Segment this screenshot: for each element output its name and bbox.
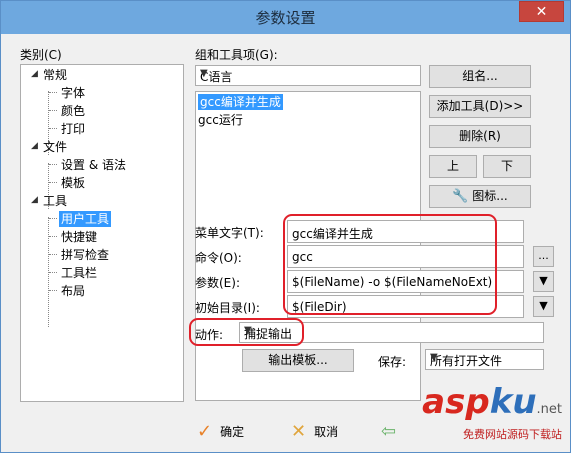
- tree-item-tools[interactable]: 工具: [43, 193, 67, 209]
- tree-item-toolbar[interactable]: 工具栏: [61, 265, 97, 281]
- add-tool-button[interactable]: 添加工具(D)>>: [429, 95, 531, 118]
- dialog-client: 类别(C) ◢ 常规 字体 颜色 打印 ◢ 文件 设置 & 语法 模板 ◢ 工具…: [8, 34, 563, 414]
- tree-item-user-tools[interactable]: 用户工具: [59, 211, 112, 227]
- move-up-button[interactable]: 上: [429, 155, 477, 178]
- tree-item-shortcuts[interactable]: 快捷键: [61, 229, 97, 245]
- command-label: 命令(O):: [195, 251, 242, 265]
- annotation-highlight: [189, 318, 304, 346]
- cancel-button[interactable]: ✕ 取消: [291, 418, 338, 444]
- title-bar[interactable]: 参数设置 ✕: [1, 1, 570, 34]
- move-down-button[interactable]: 下: [483, 155, 531, 178]
- close-button[interactable]: ✕: [519, 1, 564, 22]
- tree-item-file[interactable]: 文件: [43, 139, 67, 155]
- window-title: 参数设置: [255, 9, 316, 27]
- params-menu-button[interactable]: ▼: [533, 271, 554, 292]
- collapse-arrow-icon[interactable]: ◢: [31, 141, 38, 151]
- tree-item-color[interactable]: 颜色: [61, 103, 85, 119]
- ok-button[interactable]: ✓ 确定: [197, 418, 244, 444]
- category-label: 类别(C): [20, 48, 62, 62]
- tree-item-spellcheck[interactable]: 拼写检查: [61, 247, 109, 263]
- list-item[interactable]: gcc运行: [198, 112, 243, 128]
- list-item[interactable]: gcc编译并生成: [198, 94, 283, 110]
- triangle-down-icon: ▼: [539, 274, 548, 287]
- watermark-logo: aspku.net 免费网站源码下载站: [422, 382, 562, 441]
- tree-item-settings-syntax[interactable]: 设置 & 语法: [61, 157, 126, 173]
- browse-button[interactable]: ...: [533, 246, 554, 267]
- tree-item-print[interactable]: 打印: [61, 121, 85, 137]
- icon-button[interactable]: 🔧 图标...: [429, 185, 531, 208]
- tree-item-general[interactable]: 常规: [43, 67, 67, 83]
- cancel-label: 取消: [314, 424, 339, 439]
- annotation-highlight: [283, 214, 497, 315]
- chevron-down-icon: ▼: [430, 352, 438, 363]
- save-select[interactable]: 所有打开文件 ▼: [425, 349, 544, 370]
- chevron-down-icon: ▼: [200, 68, 208, 79]
- apply-button[interactable]: ⇦: [381, 418, 396, 444]
- dialog-window: 参数设置 ✕ 类别(C) ◢ 常规 字体 颜色 打印 ◢ 文件 设置 & 语法 …: [0, 0, 571, 453]
- category-tree[interactable]: ◢ 常规 字体 颜色 打印 ◢ 文件 设置 & 语法 模板 ◢ 工具 用户工具 …: [20, 64, 184, 402]
- rename-group-button[interactable]: 组名...: [429, 65, 531, 88]
- watermark-net: .net: [536, 402, 562, 417]
- triangle-down-icon: ▼: [539, 299, 548, 312]
- init-dir-menu-button[interactable]: ▼: [533, 296, 554, 317]
- tree-item-template[interactable]: 模板: [61, 175, 85, 191]
- delete-button[interactable]: 删除(R): [429, 125, 531, 148]
- icon-button-label: 图标...: [472, 189, 508, 203]
- ok-label: 确定: [220, 424, 245, 439]
- tree-item-font[interactable]: 字体: [61, 85, 85, 101]
- watermark-subtitle: 免费网站源码下载站: [463, 428, 562, 441]
- init-dir-label: 初始目录(I):: [195, 301, 260, 315]
- collapse-arrow-icon[interactable]: ◢: [31, 69, 38, 79]
- arrow-left-icon: ⇦: [381, 420, 397, 442]
- collapse-arrow-icon[interactable]: ◢: [31, 195, 38, 205]
- watermark-text: aspku: [422, 382, 537, 422]
- group-select[interactable]: C语言 ▼: [195, 65, 421, 86]
- wrench-icon: 🔧: [452, 189, 469, 204]
- tree-item-layout[interactable]: 布局: [61, 283, 85, 299]
- menu-text-label: 菜单文字(T):: [195, 226, 264, 240]
- output-template-button[interactable]: 输出模板...: [242, 349, 354, 372]
- group-label: 组和工具项(G):: [195, 48, 278, 62]
- cross-icon: ✕: [291, 420, 307, 442]
- checkmark-icon: ✓: [197, 420, 213, 442]
- params-label: 参数(E):: [195, 276, 240, 290]
- save-label: 保存:: [378, 355, 407, 369]
